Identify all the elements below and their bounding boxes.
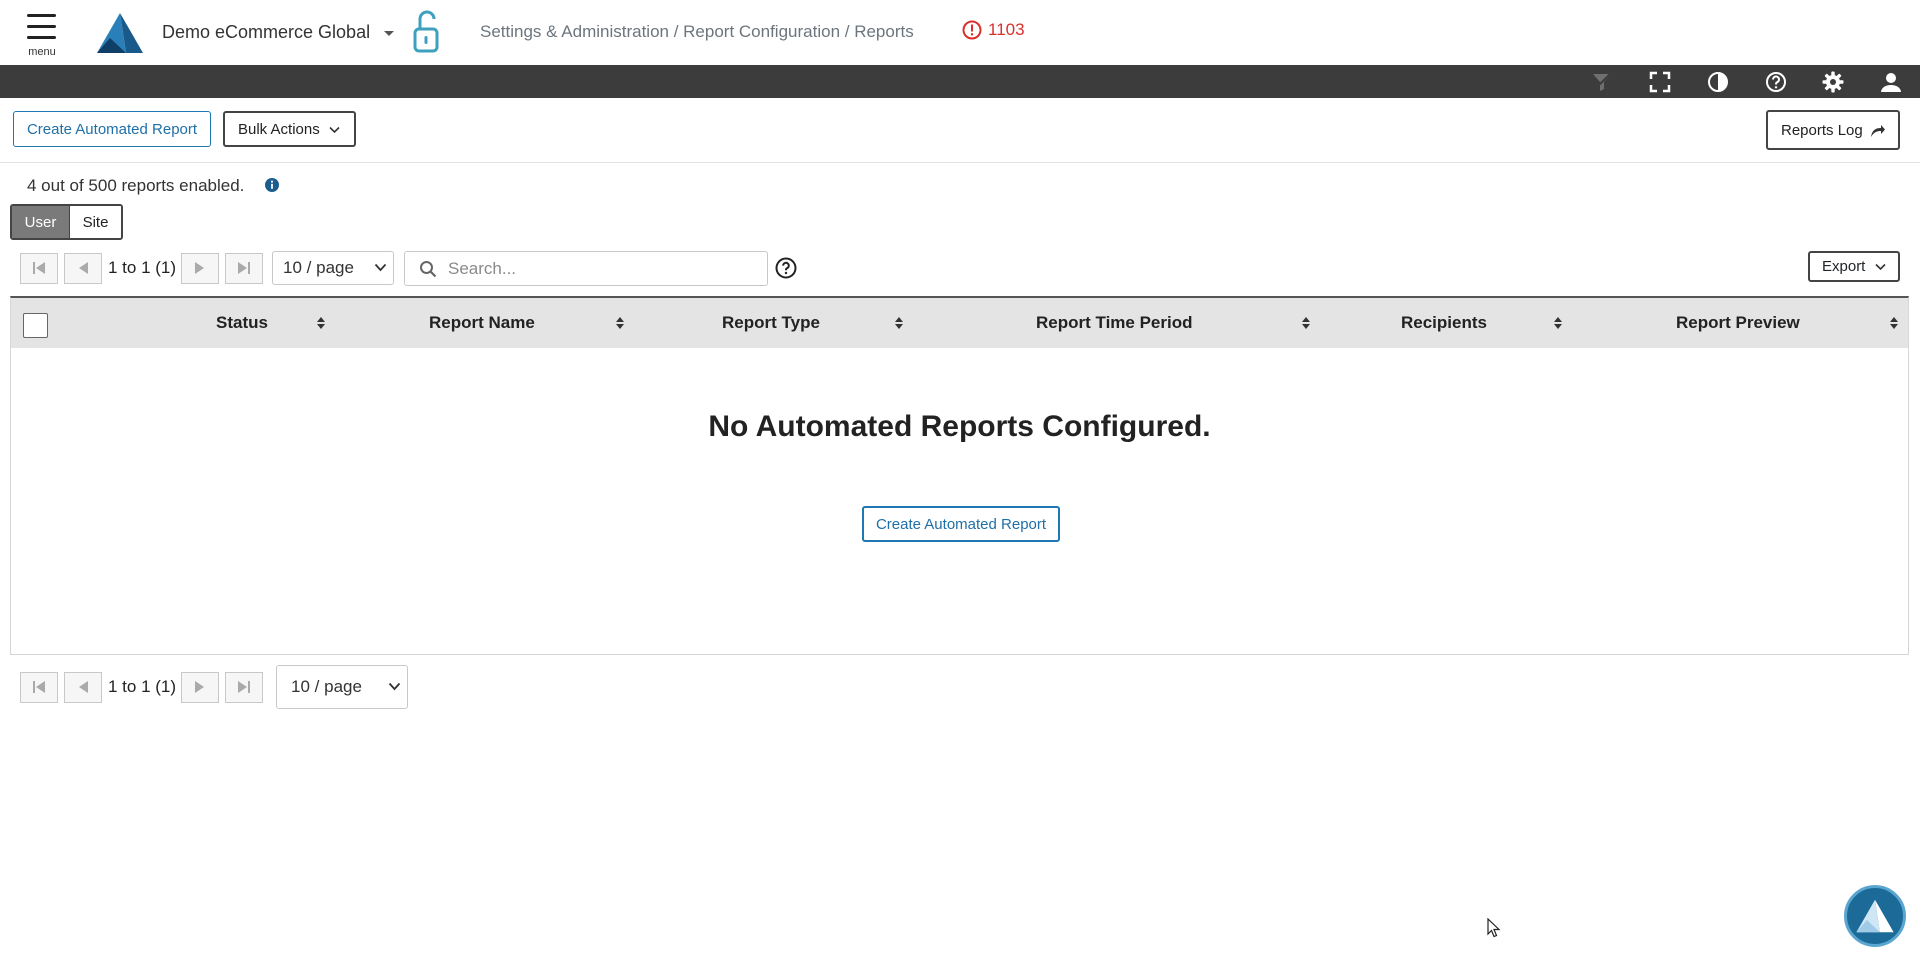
scope-toggle: User Site [10,204,123,240]
column-header-status[interactable]: Status [216,298,268,348]
menu-button[interactable]: menu [20,10,64,60]
reports-enabled-summary: 4 out of 500 reports enabled. [27,176,245,195]
next-page-button[interactable] [181,671,220,703]
info-icon[interactable] [264,177,280,193]
hamburger-line [27,36,56,39]
bulk-actions-label: Bulk Actions [238,120,320,138]
filter-icon[interactable] [1590,70,1614,94]
empty-state-create-button[interactable]: Create Automated Report [862,506,1060,542]
prev-page-button[interactable] [64,671,102,703]
page-size-select[interactable]: 10 / page [276,665,409,709]
column-header-report-preview[interactable]: Report Preview [1676,298,1800,348]
first-page-button[interactable] [20,252,58,284]
last-page-icon [238,681,251,693]
search-help-icon[interactable] [775,257,797,279]
page-size-value: 10 / page [283,258,354,277]
page-range: 1 to 1 (1) [108,677,177,696]
page-size-select[interactable]: 10 / page [272,251,395,285]
first-page-icon [33,262,45,274]
first-page-button[interactable] [20,671,58,703]
breadcrumb: Settings & Administration / Report Confi… [480,22,914,41]
next-page-icon [195,262,205,274]
prev-page-icon [79,262,88,274]
reports-table: Status Report Name Report Type Report Ti… [10,296,1909,655]
user-icon[interactable] [1879,70,1903,94]
export-button[interactable]: Export [1808,251,1900,282]
company-logo-icon[interactable] [96,12,144,54]
hamburger-line [27,25,56,28]
sort-icon[interactable] [615,316,625,330]
first-page-icon [33,681,45,693]
column-header-report-name[interactable]: Report Name [429,298,535,348]
column-header-report-time-period[interactable]: Report Time Period [1036,298,1193,348]
scope-user-button[interactable]: User [12,206,69,238]
sort-icon[interactable] [894,316,904,330]
last-page-icon [238,262,251,274]
sort-icon[interactable] [1889,316,1899,330]
sort-icon[interactable] [316,316,326,330]
alert-circle-icon [962,20,982,40]
next-page-icon [195,681,205,693]
chevron-down-icon [388,682,401,691]
reports-log-label: Reports Log [1781,121,1863,139]
top-header: menu Demo eCommerce Global Settings & Ad… [0,0,1920,65]
sort-icon[interactable] [1553,316,1563,330]
org-name[interactable]: Demo eCommerce Global [162,22,370,43]
alert-count: 1103 [988,20,1025,39]
pagination-top: 1 to 1 (1) 10 / page [20,251,395,285]
empty-state-title: No Automated Reports Configured. [708,410,1211,443]
prev-page-icon [79,681,88,693]
table-header-row: Status Report Name Report Type Report Ti… [11,298,1908,348]
gear-icon[interactable] [1821,70,1845,94]
fullscreen-icon[interactable] [1648,70,1672,94]
export-label: Export [1822,258,1866,275]
assistant-launcher-button[interactable] [1844,885,1906,947]
page-size-value: 10 / page [291,677,362,696]
section-divider [0,162,1920,163]
company-logo-icon [1856,899,1894,933]
page-range: 1 to 1 (1) [108,258,177,277]
hamburger-icon [27,14,56,17]
last-page-button[interactable] [225,671,264,703]
alert-indicator[interactable]: 1103 [962,20,1025,40]
chevron-down-icon [1875,263,1886,271]
caret-down-icon[interactable] [380,24,398,42]
pagination-bottom: 1 to 1 (1) 10 / page [20,665,409,709]
bulk-actions-button[interactable]: Bulk Actions [223,111,356,147]
next-page-button[interactable] [181,252,220,284]
last-page-button[interactable] [225,252,264,284]
reports-log-button[interactable]: Reports Log [1766,110,1900,150]
contrast-icon[interactable] [1706,70,1730,94]
unlock-icon[interactable] [410,9,442,55]
scope-site-button[interactable]: Site [69,206,121,238]
search-icon [420,261,437,278]
chevron-down-icon [374,263,387,272]
prev-page-button[interactable] [64,252,102,284]
search-input[interactable] [448,257,758,281]
share-arrow-icon [1871,125,1885,137]
column-header-report-type[interactable]: Report Type [722,298,820,348]
create-automated-report-button[interactable]: Create Automated Report [13,111,211,147]
menu-label: menu [28,46,56,58]
sort-icon[interactable] [1301,316,1311,330]
search-field [404,251,768,286]
global-toolbar [0,65,1920,98]
chevron-down-icon [329,126,340,134]
help-icon[interactable] [1764,70,1788,94]
select-all-checkbox[interactable] [23,313,48,338]
column-header-recipients[interactable]: Recipients [1401,298,1487,348]
mouse-pointer-icon [1487,918,1501,938]
